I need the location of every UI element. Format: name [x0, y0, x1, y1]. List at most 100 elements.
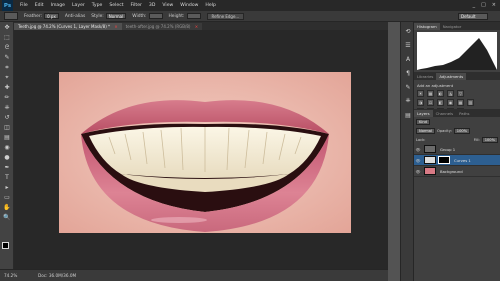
folder-icon [424, 145, 436, 153]
paragraph-icon[interactable]: ¶ [403, 68, 413, 78]
width-input[interactable] [148, 13, 163, 19]
document-tab-label: Teeth.jpg @ 74.2% (Curves 1, Layer Mask/… [18, 24, 111, 29]
menu-file[interactable]: File [20, 3, 28, 8]
opacity-input[interactable]: 100% [453, 127, 471, 134]
crop-icon[interactable]: ⌗ [2, 63, 12, 72]
hand-icon[interactable]: ✋ [2, 203, 12, 212]
properties-icon[interactable]: ☰ [403, 40, 413, 50]
clone-source-icon[interactable]: ⎈ [403, 96, 413, 106]
blend-mode-select[interactable]: Normal [416, 127, 436, 134]
minimize-icon[interactable]: _ [473, 2, 476, 8]
blur-icon[interactable]: ◉ [2, 143, 12, 152]
refine-edge-button[interactable]: Refine Edge... [206, 12, 245, 20]
layer-row-curves[interactable]: 👁 Curves 1 [414, 155, 500, 166]
zoom-level[interactable]: 74.2% [4, 273, 30, 278]
lasso-icon[interactable]: ᘓ [2, 43, 12, 52]
menu-layer[interactable]: Layer [72, 3, 85, 8]
menu-image[interactable]: Image [51, 3, 65, 8]
adjustment-icon[interactable]: ☀ [417, 90, 424, 97]
histogram-chart [417, 32, 497, 70]
shape-icon[interactable]: ▭ [2, 193, 12, 202]
close-tab-icon[interactable]: × [114, 24, 117, 29]
adjustment-icon[interactable]: ⚖ [427, 99, 434, 106]
tab-histogram[interactable]: Histogram [414, 23, 440, 30]
canvas-area[interactable] [14, 30, 388, 269]
adjustment-icon[interactable]: ◑ [417, 99, 424, 106]
window-controls: _ □ × [473, 2, 496, 8]
brush-preset-icon[interactable]: ✎ [403, 82, 413, 92]
tab-paths[interactable]: Paths [456, 110, 472, 117]
tool-preset-icon[interactable]: ▤ [403, 110, 413, 120]
style-select[interactable]: Normal [105, 13, 127, 19]
close-tab-icon[interactable]: × [195, 24, 198, 29]
close-icon[interactable]: × [492, 2, 496, 8]
quick-select-icon[interactable]: ✎ [2, 53, 12, 62]
tools-panel: ✥ ⬚ ᘓ ✎ ⌗ ⌖ ✚ ✏ ⎈ ↺ ◫ ▤ ◉ ● ✒ T ▸ ▭ ✋ 🔍 [0, 22, 14, 269]
path-select-icon[interactable]: ▸ [2, 183, 12, 192]
document-image[interactable] [59, 72, 351, 233]
lock-row: Lock: Fill: 100% [414, 135, 500, 144]
maximize-icon[interactable]: □ [481, 2, 486, 8]
curves-adjustment-icon [424, 156, 436, 164]
menu-3d[interactable]: 3D [149, 3, 155, 8]
adjustment-icon[interactable]: ▽ [457, 90, 464, 97]
adjustment-icon[interactable]: ◉ [447, 99, 454, 106]
healing-icon[interactable]: ✚ [2, 83, 12, 92]
menu-select[interactable]: Select [109, 3, 123, 8]
layer-filter-row: Kind [414, 117, 500, 126]
menu-view[interactable]: View [162, 3, 173, 8]
layer-row-group[interactable]: 👁 Group 1 [414, 144, 500, 155]
stamp-icon[interactable]: ⎈ [2, 103, 12, 112]
adjustment-icon[interactable]: ◮ [447, 90, 454, 97]
visibility-eye-icon[interactable]: 👁 [414, 158, 422, 163]
menu-window[interactable]: Window [180, 3, 198, 8]
eyedropper-icon[interactable]: ⌖ [2, 73, 12, 82]
blend-row: Normal Opacity: 100% [414, 126, 500, 135]
menu-filter[interactable]: Filter [131, 3, 142, 8]
visibility-eye-icon[interactable]: 👁 [414, 169, 422, 174]
document-tab[interactable]: teeth-after.jpg @ 74.2% (RGB/8) × [121, 23, 203, 30]
adjustment-icon[interactable]: ◧ [437, 99, 444, 106]
document-tab-active[interactable]: Teeth.jpg @ 74.2% (Curves 1, Layer Mask/… [14, 23, 122, 30]
tab-libraries[interactable]: Libraries [414, 73, 436, 80]
adjustment-icon[interactable]: ◐ [437, 90, 444, 97]
history-icon[interactable]: ⟲ [403, 26, 413, 36]
feather-input[interactable]: 0 px [44, 13, 59, 19]
color-swatches[interactable] [2, 242, 12, 254]
layer-name: Group 1 [440, 146, 456, 152]
adjustments-row: ◑ ⚖ ◧ ◉ ▦ ▥ [417, 99, 497, 106]
pen-icon[interactable]: ✒ [2, 163, 12, 172]
character-icon[interactable]: A [403, 54, 413, 64]
menu-help[interactable]: Help [205, 3, 215, 8]
workspace-select[interactable]: Default [458, 13, 488, 20]
foreground-color-swatch[interactable] [2, 242, 9, 249]
document-size[interactable]: Doc: 36.0M/36.0M [38, 273, 76, 278]
layer-mask-thumbnail[interactable] [438, 156, 450, 164]
tab-navigator[interactable]: Navigator [440, 23, 465, 30]
histogram-panel-tabs: Histogram Navigator [414, 22, 500, 30]
visibility-eye-icon[interactable]: 👁 [414, 147, 422, 152]
adjustment-icon[interactable]: ▦ [457, 99, 464, 106]
tab-layers[interactable]: Layers [414, 110, 433, 117]
tab-adjustments[interactable]: Adjustments [436, 73, 467, 80]
marquee-icon[interactable]: ⬚ [2, 33, 12, 42]
gradient-icon[interactable]: ▤ [2, 133, 12, 142]
zoom-icon[interactable]: 🔍 [2, 213, 12, 222]
height-input[interactable] [186, 13, 201, 19]
type-icon[interactable]: T [2, 173, 12, 182]
layer-kind-filter[interactable]: Kind [416, 118, 430, 125]
move-icon[interactable]: ✥ [2, 23, 12, 32]
anti-alias-control[interactable]: Anti-alias [65, 14, 85, 19]
tab-channels[interactable]: Channels [433, 110, 457, 117]
menu-type[interactable]: Type [92, 3, 103, 8]
adjustment-icon[interactable]: ▦ [427, 90, 434, 97]
layer-row-background[interactable]: 👁 Background [414, 166, 500, 177]
eraser-icon[interactable]: ◫ [2, 123, 12, 132]
adjustment-icon[interactable]: ▥ [467, 99, 474, 106]
menu-edit[interactable]: Edit [35, 3, 44, 8]
fill-input[interactable]: 100% [481, 136, 498, 143]
history-brush-icon[interactable]: ↺ [2, 113, 12, 122]
dodge-icon[interactable]: ● [2, 153, 12, 162]
brush-icon[interactable]: ✏ [2, 93, 12, 102]
tool-preset-picker[interactable] [4, 12, 18, 20]
